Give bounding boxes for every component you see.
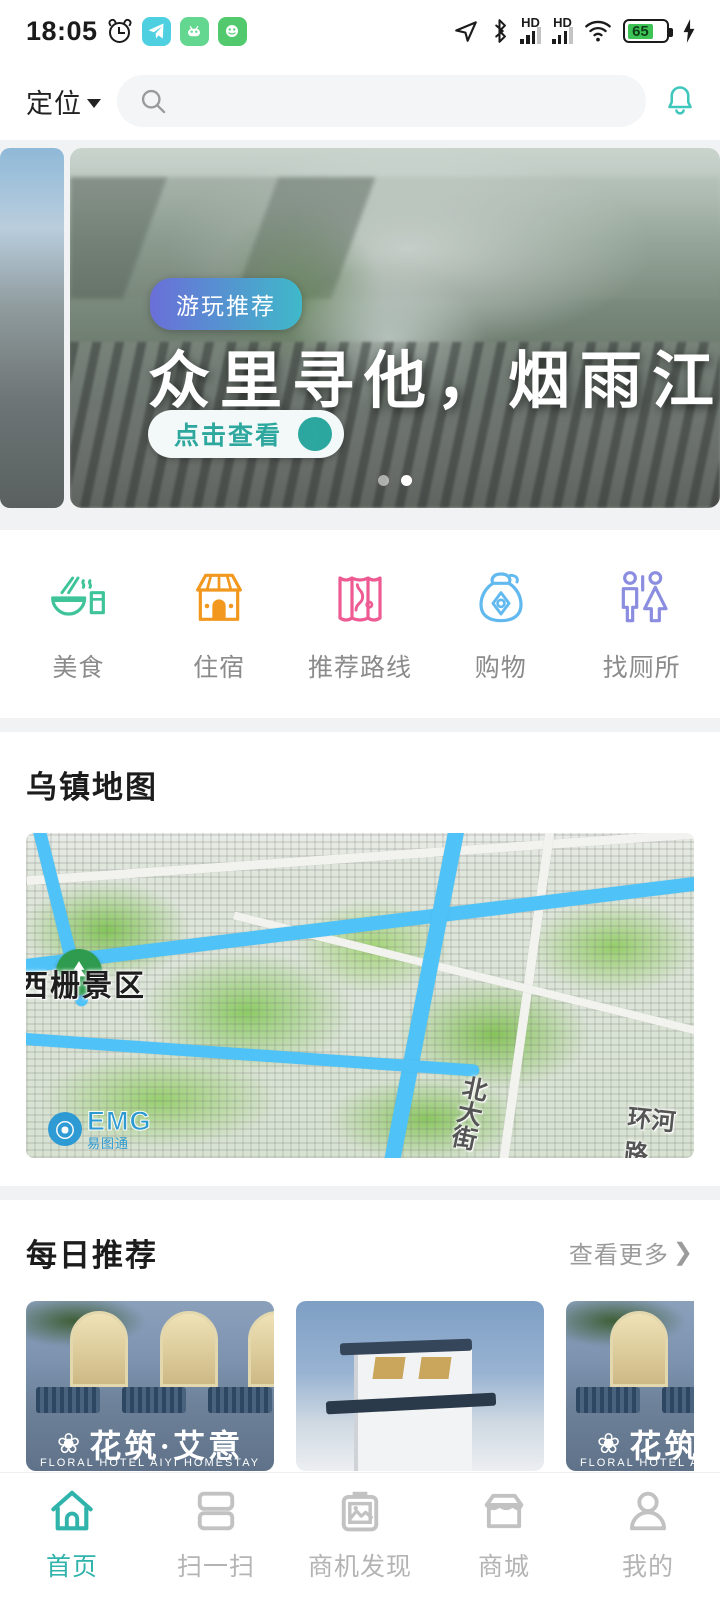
category-label: 推荐路线 xyxy=(307,654,412,682)
status-bar: 18:05 HD HD 65 xyxy=(0,0,720,62)
recommendation-card[interactable]: ❀ 花筑·艾意 FLORAL HOTEL AIYI HOMESTAY xyxy=(566,1301,694,1471)
search-bar[interactable] xyxy=(117,75,646,127)
daily-recommend-section: 每日推荐 查看更多 ❯ ❀ 花筑·艾意 FLORAL HOTEL AIYI HO… xyxy=(0,1200,720,1503)
category-item-shopping[interactable]: 购物 xyxy=(436,566,566,684)
home-icon xyxy=(51,1490,93,1530)
battery-icon: 65 xyxy=(623,19,673,43)
card-brand-en: FLORAL HOTEL AIYI HOMESTAY xyxy=(579,1457,694,1469)
tab-scan[interactable]: 扫一扫 xyxy=(144,1485,288,1583)
map-route-icon xyxy=(338,576,382,622)
flower-logo-icon: ❀ xyxy=(596,1428,621,1459)
hd-label-1: HD xyxy=(521,15,540,30)
tab-label: 商城 xyxy=(477,1552,530,1581)
category-label: 住宿 xyxy=(193,654,246,682)
chevron-down-icon xyxy=(87,98,101,108)
tab-label: 首页 xyxy=(45,1552,98,1581)
page-title: 乌镇地图 xyxy=(26,770,158,805)
recommendation-card-list[interactable]: ❀ 花筑·艾意 FLORAL HOTEL AIYI HOMESTAY ❀ 花筑·… xyxy=(26,1301,694,1475)
restroom-icon xyxy=(621,571,668,623)
carousel-dot-1[interactable] xyxy=(378,475,389,486)
card-brand: ❀ 花筑·艾意 FLORAL HOTEL AIYI HOMESTAY xyxy=(566,1421,694,1469)
noodle-bowl-icon xyxy=(51,576,106,616)
storefront-icon xyxy=(196,573,243,621)
tab-mall[interactable]: 商城 xyxy=(432,1485,576,1583)
tab-label: 商机发现 xyxy=(307,1552,412,1581)
watermark-sub-text: 易图通 xyxy=(87,1136,130,1151)
category-label: 找厕所 xyxy=(602,654,681,682)
tab-label: 我的 xyxy=(621,1552,674,1581)
chevron-right-icon: ❯ xyxy=(298,417,333,451)
shop-icon xyxy=(484,1493,524,1528)
user-icon xyxy=(630,1491,666,1530)
status-bar-right: HD HD 65 xyxy=(453,15,698,44)
category-label: 美食 xyxy=(52,654,105,682)
tab-business-discovery[interactable]: 商机发现 xyxy=(288,1485,432,1583)
location-label: 定位 xyxy=(26,88,82,119)
banner-slide-previous[interactable] xyxy=(0,148,64,508)
notification-bell-icon[interactable] xyxy=(662,83,698,119)
signal-1-icon: HD xyxy=(520,15,542,44)
section-title: 每日推荐 xyxy=(26,1238,158,1273)
category-label: 购物 xyxy=(474,654,527,682)
tab-profile[interactable]: 我的 xyxy=(576,1485,720,1583)
telegram-app-icon xyxy=(141,16,171,46)
money-bag-icon xyxy=(479,572,523,623)
map-label-road-2: 环河路 xyxy=(622,1104,677,1158)
battery-level: 65 xyxy=(627,23,654,40)
flower-logo-icon: ❀ xyxy=(56,1428,81,1459)
android-app-icon xyxy=(179,16,209,46)
see-more-label: 查看更多 xyxy=(568,1242,669,1269)
search-icon xyxy=(141,89,166,114)
status-time: 18:05 xyxy=(26,15,98,46)
charging-bolt-icon xyxy=(683,19,695,43)
chevron-right-icon: ❯ xyxy=(672,1238,694,1266)
category-item-route[interactable]: 推荐路线 xyxy=(295,566,425,684)
navigation-arrow-icon xyxy=(455,21,477,42)
see-more-button[interactable]: 查看更多 ❯ xyxy=(569,1235,694,1270)
briefcase-image-icon xyxy=(341,1491,379,1531)
map-section: 乌镇地图 西栅景区 北大街 环河路 ⦿ EMG 易图通 xyxy=(0,732,720,1186)
daily-recommend-header: 每日推荐 查看更多 ❯ xyxy=(26,1230,694,1275)
category-item-food[interactable]: 美食 xyxy=(13,566,143,684)
alarm-clock-icon xyxy=(106,17,133,44)
map-section-header: 乌镇地图 xyxy=(26,762,694,807)
recommendation-card[interactable]: ❀ 花筑·艾意 FLORAL HOTEL AIYI HOMESTAY xyxy=(26,1301,274,1471)
tab-home[interactable]: 首页 xyxy=(0,1485,144,1583)
hd-label-2: HD xyxy=(553,15,572,30)
category-shortcuts: 美食 住宿 推荐路线 购物 找厕所 xyxy=(0,530,720,718)
emoji-app-icon xyxy=(217,16,247,46)
status-bar-left: 18:05 xyxy=(26,16,247,47)
banner-cta-label: 点击查看 xyxy=(174,422,283,450)
watermark-main-text: EMG xyxy=(87,1106,152,1136)
banner-slide-active[interactable]: 游玩推荐 众里寻他，烟雨江南 点击查看 ❯ xyxy=(70,148,720,508)
section-divider xyxy=(0,718,720,732)
category-item-lodging[interactable]: 住宿 xyxy=(154,566,284,684)
carousel-dot-2[interactable] xyxy=(401,475,412,486)
recommendation-card[interactable] xyxy=(296,1301,544,1471)
scan-icon xyxy=(197,1491,235,1530)
location-selector[interactable]: 定位 xyxy=(26,82,101,121)
emg-logo-icon: ⦿ xyxy=(48,1112,82,1146)
carousel-dots[interactable] xyxy=(70,475,720,486)
banner-carousel[interactable]: 游玩推荐 众里寻他，烟雨江南 点击查看 ❯ xyxy=(0,140,720,530)
banner-badge: 游玩推荐 xyxy=(150,278,302,330)
card-brand: ❀ 花筑·艾意 FLORAL HOTEL AIYI HOMESTAY xyxy=(26,1421,274,1469)
app-header: 定位 xyxy=(0,62,720,140)
search-input[interactable] xyxy=(177,88,624,114)
tab-label: 扫一扫 xyxy=(176,1552,255,1581)
card-brand-en: FLORAL HOTEL AIYI HOMESTAY xyxy=(39,1457,261,1469)
bottom-navigation: 首页 扫一扫 商机发现 商城 我的 xyxy=(0,1472,720,1600)
wifi-icon xyxy=(585,20,611,42)
signal-2-icon: HD xyxy=(552,15,573,44)
bluetooth-icon xyxy=(495,19,507,43)
category-item-restroom[interactable]: 找厕所 xyxy=(577,566,707,684)
map-watermark: ⦿ EMG 易图通 xyxy=(48,1106,152,1151)
wuzhen-map[interactable]: 西栅景区 北大街 环河路 ⦿ EMG 易图通 xyxy=(26,833,694,1158)
banner-cta-button[interactable]: 点击查看 ❯ xyxy=(148,410,345,458)
section-divider xyxy=(0,1186,720,1200)
map-label-scenic-area: 西栅景区 xyxy=(26,970,146,1003)
banner-title: 众里寻他，烟雨江南 xyxy=(148,348,720,416)
